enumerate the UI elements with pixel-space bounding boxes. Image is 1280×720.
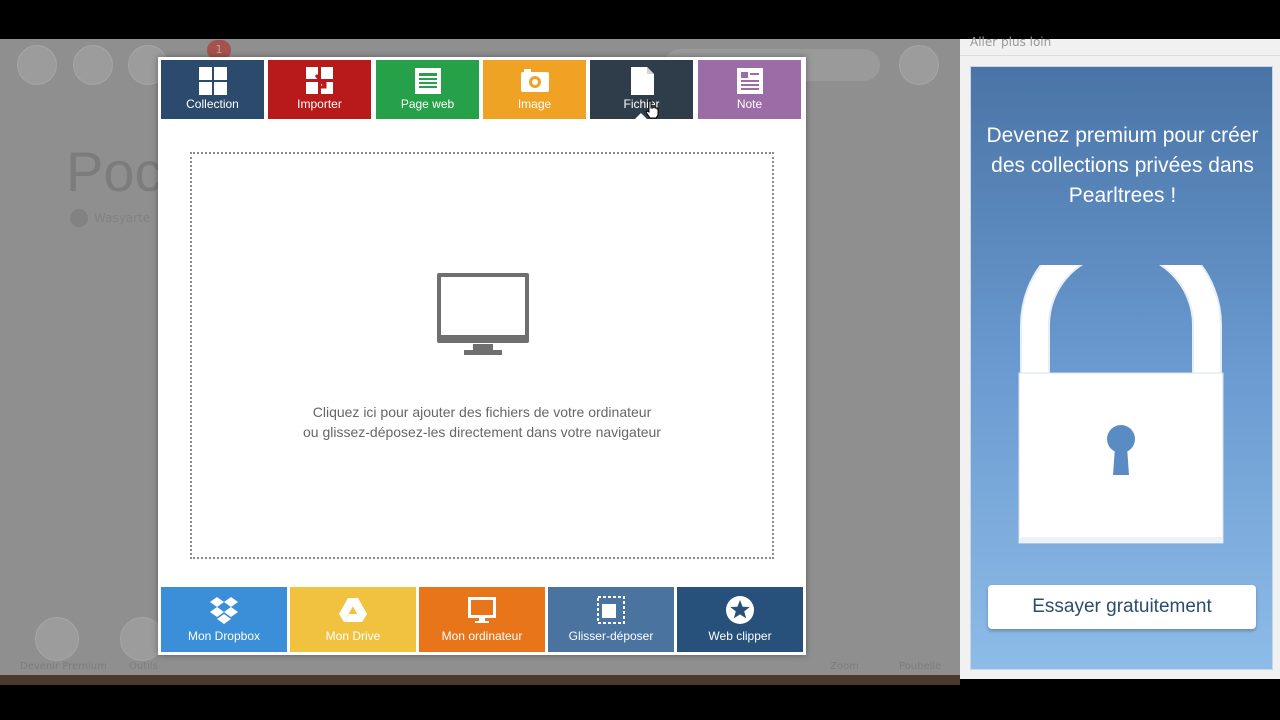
bg-label-tools: Outils: [129, 661, 158, 672]
background-subtitle-text: Wasyarte: [94, 211, 151, 225]
collection-icon: [198, 66, 228, 96]
content-type-tabs: Collection Importer Page web Image Fichi…: [158, 57, 806, 120]
file-icon: [627, 66, 657, 96]
tab-label: Note: [736, 97, 763, 111]
try-free-button[interactable]: Essayer gratuitement: [988, 585, 1256, 629]
source-label: Glisser-déposer: [568, 629, 654, 643]
screen: 1 Poc Wasyarte Devenir Premium Outils Zo…: [0, 0, 1280, 720]
add-content-modal: Collection Importer Page web Image Fichi…: [158, 57, 806, 655]
dropbox-button[interactable]: Mon Dropbox: [161, 587, 287, 652]
drag-drop-button[interactable]: Glisser-déposer: [548, 587, 674, 652]
go-further-label: Aller plus loin: [970, 35, 1052, 49]
bg-label-zoom: Zoom: [830, 661, 859, 672]
star-icon: [725, 595, 755, 625]
options-icon: [899, 45, 939, 85]
source-label: Mon Dropbox: [187, 629, 261, 643]
tab-label: Fichier: [623, 97, 660, 111]
hand-cursor-icon: [645, 100, 659, 120]
background-footer: [0, 675, 960, 685]
webpage-icon: [413, 66, 443, 96]
dropbox-icon: [209, 595, 239, 625]
import-icon: [305, 66, 335, 96]
premium-star-icon: [35, 617, 79, 661]
dropzone-instructions: Cliquez ici pour ajouter des fichiers de…: [192, 402, 772, 442]
computer-icon: [467, 595, 497, 625]
tab-image[interactable]: Image: [483, 60, 586, 119]
background-title: Poc: [66, 140, 163, 203]
premium-promo: Devenez premium pour créer des collectio…: [970, 66, 1273, 670]
right-panel: Aller plus loin Devenez premium pour cré…: [960, 35, 1280, 679]
home-icon: [73, 45, 113, 85]
tab-label: Importer: [297, 97, 342, 111]
bg-label-premium: Devenir Premium: [20, 661, 107, 672]
source-label: Mon ordinateur: [441, 629, 523, 643]
tab-file[interactable]: Fichier: [590, 60, 693, 120]
tab-label: Collection: [186, 97, 239, 111]
tab-collection[interactable]: Collection: [161, 60, 264, 119]
file-source-buttons: Mon Dropbox Mon Drive Mon ordinateur Gli…: [158, 584, 806, 655]
note-icon: [735, 66, 765, 96]
tab-webpage[interactable]: Page web: [376, 60, 479, 119]
lock-icon: [1017, 224, 1225, 547]
avatar: [70, 209, 88, 227]
tab-note[interactable]: Note: [698, 60, 801, 119]
dropzone-line-1: Cliquez ici pour ajouter des fichiers de…: [312, 404, 652, 420]
my-computer-button[interactable]: Mon ordinateur: [419, 587, 545, 652]
drive-button[interactable]: Mon Drive: [290, 587, 416, 652]
source-label: Mon Drive: [325, 629, 381, 643]
source-label: Web clipper: [708, 629, 772, 643]
drag-drop-icon: [596, 595, 626, 625]
drive-icon: [338, 595, 368, 625]
promo-text: Devenez premium pour créer des collectio…: [986, 124, 1259, 207]
divider: [960, 55, 1280, 56]
web-clipper-button[interactable]: Web clipper: [677, 587, 803, 652]
image-icon: [520, 66, 550, 96]
tab-label: Image: [517, 97, 552, 111]
background-subtitle: Wasyarte: [70, 209, 150, 227]
dropzone-line-2: ou glissez-déposez-les directement dans …: [303, 424, 661, 440]
file-dropzone[interactable]: Cliquez ici pour ajouter des fichiers de…: [190, 152, 774, 559]
bg-label-trash: Poubelle: [899, 661, 942, 672]
monitor-icon: [436, 272, 530, 360]
tab-import[interactable]: Importer: [268, 60, 371, 119]
tab-label: Page web: [400, 97, 455, 111]
bottom-letterbox: [0, 685, 1280, 720]
menu-icon: [17, 45, 57, 85]
